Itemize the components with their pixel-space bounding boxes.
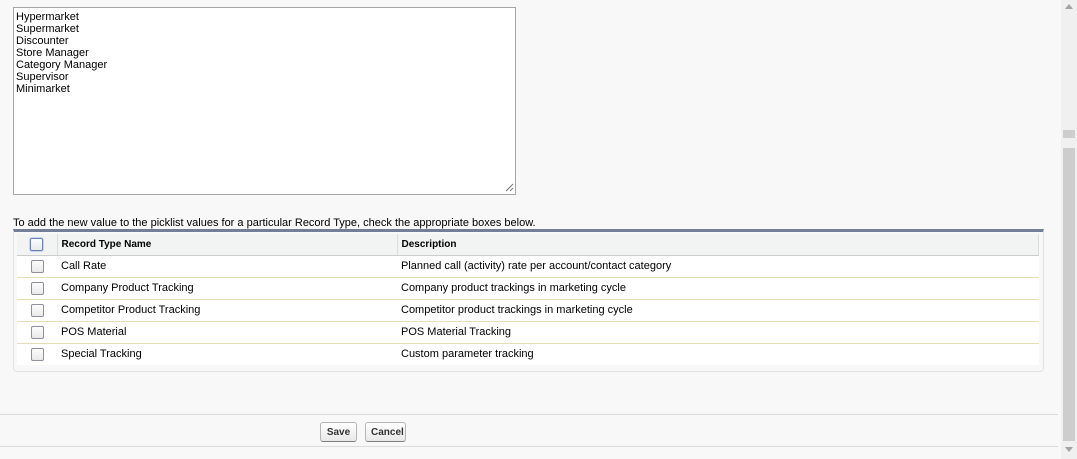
scroll-up-arrow-icon[interactable]	[1065, 4, 1073, 9]
scrollbar-marker	[1063, 130, 1075, 138]
scrollbar-thumb[interactable]	[1063, 148, 1075, 441]
record-type-name: Company Product Tracking	[57, 277, 397, 300]
record-type-name: Special Tracking	[61, 348, 142, 361]
row-checkbox[interactable]	[30, 281, 44, 295]
row-checkbox[interactable]	[30, 303, 44, 317]
resize-grip-icon[interactable]	[505, 183, 514, 192]
record-type-name: Competitor Product Tracking	[57, 299, 397, 322]
record-type-name: Call Rate	[57, 255, 397, 278]
scroll-down-arrow-icon[interactable]	[1065, 447, 1073, 452]
cancel-button[interactable]: Cancel	[365, 422, 406, 442]
row-checkbox[interactable]	[30, 259, 44, 273]
table-header-row: Record Type Name Description	[17, 234, 1039, 256]
picklist-values-textarea[interactable]: Hypermarket Supermarket Discounter Store…	[13, 7, 516, 195]
record-type-description: Competitor product trackings in marketin…	[397, 299, 1039, 322]
save-button[interactable]: Save	[320, 422, 357, 442]
footer-divider	[0, 414, 1058, 415]
row-checkbox[interactable]	[30, 325, 44, 339]
table-row: Call Rate Planned call (activity) rate p…	[17, 255, 1039, 278]
select-all-checkbox[interactable]	[30, 237, 44, 251]
table-row: POS Material POS Material Tracking	[17, 321, 1039, 344]
record-type-name: POS Material	[57, 321, 397, 344]
select-all-header	[17, 234, 58, 256]
record-type-description: Planned call (activity) rate per account…	[397, 255, 1039, 278]
description-header: Description	[397, 234, 1039, 256]
footer-bottom-border	[0, 446, 1058, 447]
record-type-instructions: To add the new value to the picklist val…	[13, 217, 536, 229]
table-row: Competitor Product Tracking Competitor p…	[17, 299, 1039, 322]
record-type-description: POS Material Tracking	[397, 321, 1039, 344]
vertical-scrollbar[interactable]	[1061, 0, 1077, 459]
record-type-name-header: Record Type Name	[57, 234, 398, 256]
record-type-description: Custom parameter tracking	[401, 348, 534, 361]
table-row: Company Product Tracking Company product…	[17, 277, 1039, 300]
record-type-panel: Record Type Name Description Call Rate P…	[13, 229, 1044, 372]
row-checkbox[interactable]	[30, 347, 44, 361]
record-type-description: Company product trackings in marketing c…	[397, 277, 1039, 300]
record-type-table: Record Type Name Description Call Rate P…	[17, 234, 1039, 365]
table-row: Special Tracking Custom parameter tracki…	[17, 343, 1039, 365]
